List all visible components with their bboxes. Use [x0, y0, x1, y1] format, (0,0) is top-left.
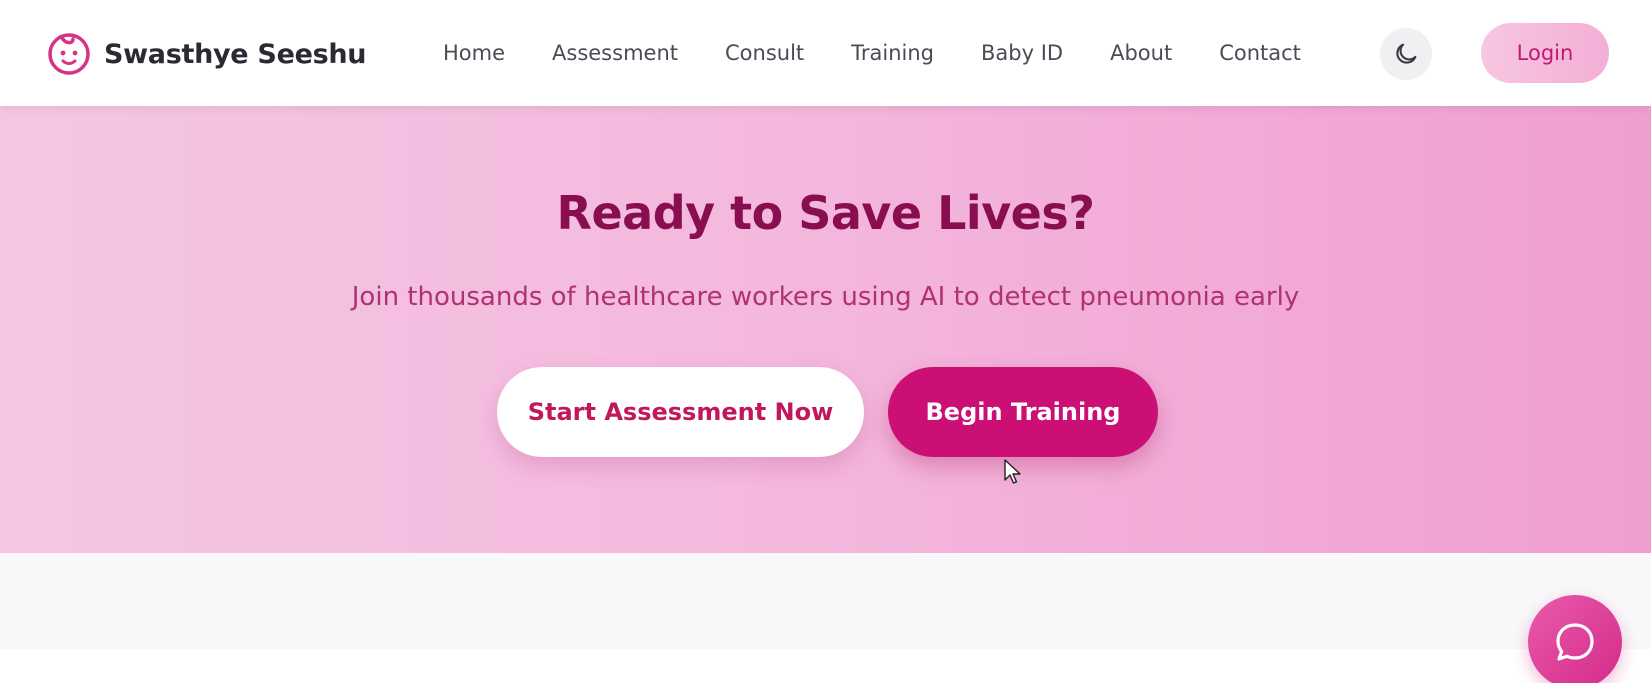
nav-link-assessment[interactable]: Assessment	[552, 41, 678, 65]
lower-section-background	[0, 553, 1651, 649]
nav-link-consult[interactable]: Consult	[725, 41, 804, 65]
baby-face-icon	[48, 33, 90, 75]
mouse-cursor-icon	[1004, 459, 1021, 484]
nav-link-about[interactable]: About	[1110, 41, 1172, 65]
moon-icon	[1396, 43, 1417, 64]
theme-toggle-button[interactable]	[1380, 28, 1432, 80]
chat-bubble-icon	[1556, 623, 1594, 661]
begin-training-button[interactable]: Begin Training	[888, 367, 1158, 457]
cta-hero-section: Ready to Save Lives? Join thousands of h…	[0, 106, 1651, 553]
brand-logo-link[interactable]: Swasthye Seeshu	[46, 31, 367, 77]
hero-subtitle: Join thousands of healthcare workers usi…	[351, 282, 1300, 312]
brand-name: Swasthye Seeshu	[104, 38, 367, 70]
page-bottom-strip	[0, 649, 1651, 683]
start-assessment-button[interactable]: Start Assessment Now	[497, 367, 864, 457]
hero-title: Ready to Save Lives?	[556, 186, 1095, 240]
nav-link-home[interactable]: Home	[443, 41, 505, 65]
login-button[interactable]: Login	[1481, 23, 1609, 83]
top-navbar: Swasthye Seeshu Home Assessment Consult …	[0, 0, 1651, 106]
main-nav: Home Assessment Consult Training Baby ID…	[443, 0, 1348, 106]
nav-link-contact[interactable]: Contact	[1219, 41, 1301, 65]
nav-link-baby-id[interactable]: Baby ID	[981, 41, 1063, 65]
chat-button[interactable]	[1528, 595, 1622, 683]
nav-link-training[interactable]: Training	[851, 41, 934, 65]
